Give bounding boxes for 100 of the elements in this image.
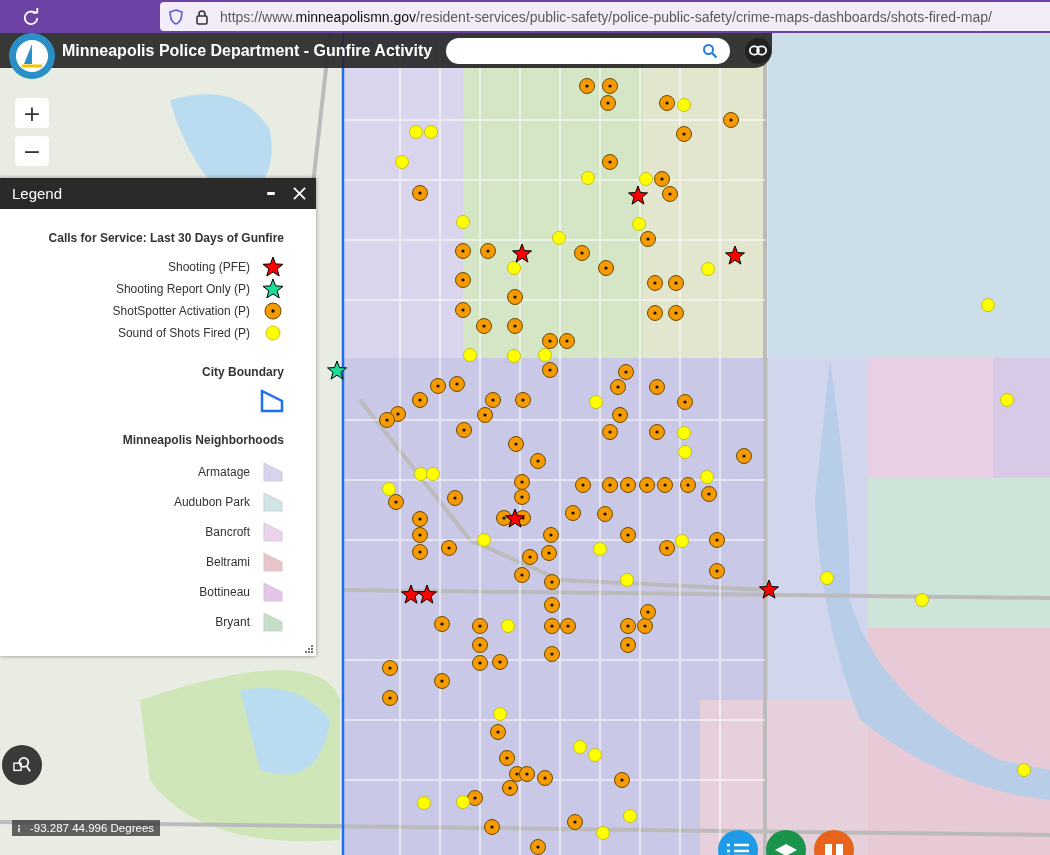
shotspotter-marker[interactable] <box>542 333 558 349</box>
shotspotter-marker[interactable] <box>662 186 678 202</box>
shield-icon[interactable] <box>168 8 184 25</box>
shots-fired-marker[interactable] <box>581 171 595 185</box>
shotspotter-marker[interactable] <box>659 95 675 111</box>
shotspotter-marker[interactable] <box>620 618 636 634</box>
shotspotter-marker[interactable] <box>507 289 523 305</box>
shotspotter-marker[interactable] <box>456 422 472 438</box>
shotspotter-marker[interactable] <box>614 772 630 788</box>
shots-fired-marker[interactable] <box>507 349 521 363</box>
shotspotter-marker[interactable] <box>499 750 515 766</box>
shooting-star-marker[interactable] <box>512 243 532 263</box>
shots-fired-marker[interactable] <box>552 231 566 245</box>
shotspotter-marker[interactable] <box>649 379 665 395</box>
shots-fired-marker[interactable] <box>417 796 431 810</box>
shots-fired-marker[interactable] <box>395 155 409 169</box>
shooting-star-marker[interactable] <box>725 245 745 265</box>
shotspotter-marker[interactable] <box>544 597 560 613</box>
shotspotter-marker[interactable] <box>515 392 531 408</box>
shotspotter-marker[interactable] <box>612 407 628 423</box>
shotspotter-marker[interactable] <box>574 245 590 261</box>
shotspotter-marker[interactable] <box>541 545 557 561</box>
shotspotter-marker[interactable] <box>472 637 488 653</box>
shotspotter-marker[interactable] <box>472 618 488 634</box>
shotspotter-marker[interactable] <box>379 412 395 428</box>
shotspotter-marker[interactable] <box>412 392 428 408</box>
shotspotter-marker[interactable] <box>618 364 634 380</box>
shotspotter-marker[interactable] <box>485 392 501 408</box>
shotspotter-marker[interactable] <box>434 616 450 632</box>
shotspotter-marker[interactable] <box>602 78 618 94</box>
shots-fired-marker[interactable] <box>426 467 440 481</box>
shotspotter-marker[interactable] <box>620 637 636 653</box>
shots-fired-marker[interactable] <box>820 571 834 585</box>
shotspotter-marker[interactable] <box>610 379 626 395</box>
shotspotter-marker[interactable] <box>736 448 752 464</box>
shotspotter-marker[interactable] <box>709 563 725 579</box>
shotspotter-marker[interactable] <box>530 453 546 469</box>
shotspotter-marker[interactable] <box>480 243 496 259</box>
shots-fired-marker[interactable] <box>700 470 714 484</box>
shotspotter-marker[interactable] <box>597 506 613 522</box>
shotspotter-marker[interactable] <box>620 477 636 493</box>
shotspotter-marker[interactable] <box>412 511 428 527</box>
shotspotter-marker[interactable] <box>565 505 581 521</box>
shotspotter-marker[interactable] <box>544 618 560 634</box>
shooting-star-marker[interactable] <box>505 508 525 528</box>
shotspotter-marker[interactable] <box>559 333 575 349</box>
shotspotter-marker[interactable] <box>382 690 398 706</box>
shooting-report-star-marker[interactable] <box>327 360 347 380</box>
reload-icon[interactable] <box>22 7 40 26</box>
shotspotter-marker[interactable] <box>543 527 559 543</box>
shotspotter-marker[interactable] <box>502 780 518 796</box>
shots-fired-marker[interactable] <box>981 298 995 312</box>
shotspotter-marker[interactable] <box>680 477 696 493</box>
shooting-star-marker[interactable] <box>417 584 437 604</box>
shotspotter-marker[interactable] <box>441 540 457 556</box>
shotspotter-marker[interactable] <box>434 673 450 689</box>
shotspotter-marker[interactable] <box>709 532 725 548</box>
shotspotter-marker[interactable] <box>668 275 684 291</box>
shotspotter-marker[interactable] <box>455 272 471 288</box>
shotspotter-marker[interactable] <box>639 477 655 493</box>
shooting-star-marker[interactable] <box>628 185 648 205</box>
shotspotter-marker[interactable] <box>412 527 428 543</box>
shotspotter-marker[interactable] <box>602 477 618 493</box>
shots-fired-marker[interactable] <box>588 748 602 762</box>
shots-fired-marker[interactable] <box>538 348 552 362</box>
shotspotter-marker[interactable] <box>647 305 663 321</box>
shots-fired-marker[interactable] <box>424 125 438 139</box>
shotspotter-marker[interactable] <box>668 305 684 321</box>
shots-fired-marker[interactable] <box>463 348 477 362</box>
shotspotter-marker[interactable] <box>467 790 483 806</box>
shotspotter-marker[interactable] <box>447 490 463 506</box>
shotspotter-marker[interactable] <box>472 655 488 671</box>
shots-fired-marker[interactable] <box>501 619 515 633</box>
shotspotter-marker[interactable] <box>537 770 553 786</box>
shots-fired-marker[interactable] <box>382 482 396 496</box>
shotspotter-marker[interactable] <box>449 376 465 392</box>
shotspotter-marker[interactable] <box>640 604 656 620</box>
shots-fired-marker[interactable] <box>409 125 423 139</box>
shots-fired-marker[interactable] <box>623 809 637 823</box>
shotspotter-marker[interactable] <box>701 486 717 502</box>
resize-grip-icon[interactable] <box>305 645 313 653</box>
shots-fired-marker[interactable] <box>639 172 653 186</box>
shotspotter-marker[interactable] <box>455 302 471 318</box>
shotspotter-marker[interactable] <box>382 660 398 676</box>
shots-fired-marker[interactable] <box>456 795 470 809</box>
shotspotter-marker[interactable] <box>657 477 673 493</box>
shots-fired-marker[interactable] <box>589 395 603 409</box>
address-bar[interactable]: https://www.minneapolismn.gov/resident-services/public-safety/police-public-safety/crime-maps-dashboards/shots-fired-map/ <box>160 2 1050 31</box>
shotspotter-marker[interactable] <box>602 424 618 440</box>
shots-fired-marker[interactable] <box>1000 393 1014 407</box>
lock-icon[interactable] <box>194 8 210 25</box>
search-icon[interactable] <box>702 42 719 59</box>
shots-fired-marker[interactable] <box>493 707 507 721</box>
shotspotter-marker[interactable] <box>567 814 583 830</box>
shots-fired-marker[interactable] <box>507 261 521 275</box>
shotspotter-marker[interactable] <box>598 260 614 276</box>
share-link-button[interactable] <box>745 37 772 64</box>
shotspotter-marker[interactable] <box>579 78 595 94</box>
shots-fired-marker[interactable] <box>477 533 491 547</box>
shotspotter-marker[interactable] <box>647 275 663 291</box>
